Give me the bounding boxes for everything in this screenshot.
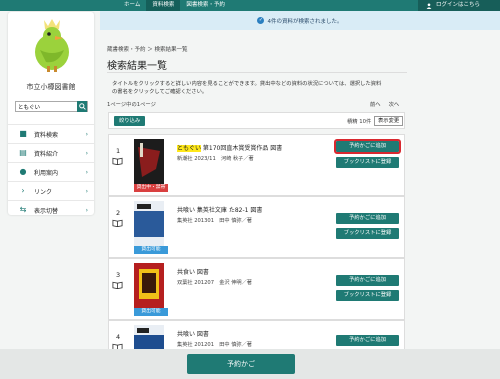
book-icon [112, 281, 123, 289]
reservation-cart-button[interactable]: 予約かご [187, 354, 295, 374]
description: タイトルをクリックすると詳しい内容を見ることができます。貸出中などの資料の状況に… [112, 80, 412, 96]
nav-home[interactable]: ホーム [118, 0, 146, 11]
book-icon [112, 219, 123, 227]
library-name: 市立小樽図書館 [26, 83, 76, 91]
bird-mascot-logo [35, 19, 69, 72]
menu-label: 資料検索 [34, 131, 59, 139]
book-open-icon: ▤ [19, 148, 27, 157]
result-meta: 集英社 201201 田中 慎弥／著 [177, 342, 252, 348]
filter-button[interactable]: 絞り込み [114, 116, 146, 126]
add-to-cart-button[interactable]: 予約かごに追加 [336, 335, 399, 346]
menu-item-guide[interactable]: ● 利用案内 › [8, 162, 94, 181]
search-icon [78, 103, 86, 110]
menu-item-link[interactable]: › リンク › [8, 181, 94, 200]
title-text: 共喰い 集英社文庫 た82-1 図書 [177, 207, 263, 214]
menu-item-search[interactable]: ■ 資料検索 › [8, 124, 94, 143]
search-input[interactable] [16, 102, 77, 111]
per-page-label: 積精 10件 [347, 119, 372, 125]
result-item: 1 貸出中・禁帯 ともぐい 第170回直木賞受賞作品 図書 新潮社 2023/1… [108, 134, 405, 196]
notice-bar: ✓ 4件の資料が検索されました。 [100, 11, 500, 30]
status-badge: 貸出可能 [134, 246, 168, 254]
user-icon [426, 2, 432, 9]
add-to-cart-button[interactable]: 予約かごに追加 [334, 139, 401, 154]
title-text: 第170回直木賞受賞作品 図書 [201, 145, 283, 152]
result-title[interactable]: 共喰い 図書 [177, 329, 209, 338]
result-number: 2 [116, 209, 121, 217]
nav-reserve[interactable]: 図書検索・予約 [180, 0, 231, 11]
status-badge: 貸出可能 [134, 308, 168, 316]
title-text: 共喰い 図書 [177, 331, 209, 338]
change-view-button[interactable]: 表示変更 [374, 116, 404, 126]
sidebar: 市立小樽図書館 ■ 資料検索 › ▤ 資料紹介 › ● 利用案内 › › リンク… [8, 12, 94, 215]
result-title[interactable]: ともぐい 第170回直木賞受賞作品 図書 [177, 143, 282, 152]
add-to-booklist-button[interactable]: ブックリストに登録 [336, 228, 399, 239]
result-meta: 新潮社 2023/11 河崎 秋子／著 [177, 156, 254, 162]
result-number: 3 [116, 271, 121, 279]
breadcrumb: 蔵書検索・予約 ＞ 検索結果一覧 [107, 47, 188, 53]
result-meta: 集英社 201301 田中 慎弥／著 [177, 218, 252, 224]
next-link[interactable]: 次へ [389, 100, 400, 108]
chevron-link-icon: › [21, 186, 25, 195]
login-label: ログインはこちら [436, 2, 481, 8]
book-cover [134, 263, 164, 310]
menu-label: 表示切替 [34, 207, 59, 215]
pager: 前へ 次へ [370, 100, 399, 108]
prev-link[interactable]: 前へ [370, 100, 381, 108]
nav-search[interactable]: 資料検索 [146, 0, 181, 11]
main-content: 蔵書検索・予約 ＞ 検索結果一覧 検索結果一覧 タイトルをクリックすると詳しい内… [100, 30, 500, 372]
book-icon [112, 157, 123, 165]
title-text: 共食い 図書 [177, 269, 209, 276]
menu-item-display[interactable]: ⇆ 表示切替 › [8, 200, 94, 219]
book-cover [134, 201, 164, 248]
chevron-right-icon: › [85, 206, 88, 214]
menu-label: リンク [34, 188, 53, 196]
menu-item-intro[interactable]: ▤ 資料紹介 › [8, 143, 94, 162]
chevron-right-icon: › [85, 130, 88, 138]
title-divider [107, 72, 407, 73]
result-item: 2 貸出可能 共喰い 集英社文庫 た82-1 図書 集英社 201301 田中 … [108, 196, 405, 258]
menu-label: 資料紹介 [34, 150, 59, 158]
add-to-booklist-button[interactable]: ブックリストに登録 [336, 290, 399, 301]
status-badge: 貸出中・禁帯 [134, 184, 168, 192]
add-to-cart-button[interactable]: 予約かごに追加 [336, 213, 399, 224]
search-button[interactable] [77, 101, 87, 112]
page-title: 検索結果一覧 [107, 61, 167, 72]
chevron-right-icon: › [85, 149, 88, 157]
add-to-cart-button[interactable]: 予約かごに追加 [336, 275, 399, 286]
book-search-icon: ■ [19, 129, 27, 138]
page-count: 1ページ中の1ページ [107, 102, 156, 108]
result-item: 3 貸出可能 共食い 図書 双葉社 201207 金沢 伸明／著 予約かごに追加… [108, 258, 405, 320]
book-cover [134, 139, 164, 186]
person-icon: ● [19, 167, 27, 176]
login-button[interactable]: ログインはこちら [418, 0, 500, 11]
result-meta: 双葉社 201207 金沢 伸明／著 [177, 280, 252, 286]
add-to-booklist-button[interactable]: ブックリストに登録 [336, 157, 399, 168]
sidebar-search [15, 101, 88, 112]
description-line: タイトルをクリックすると詳しい内容を見ることができます。貸出中などの資料の状況に… [112, 81, 382, 87]
results-toolbar: 絞り込み 積精 10件 表示変更 [108, 112, 405, 129]
chevron-right-icon: › [85, 168, 88, 176]
sidebar-menu: ■ 資料検索 › ▤ 資料紹介 › ● 利用案内 › › リンク › ⇆ 表示切… [8, 124, 94, 219]
menu-label: 利用案内 [34, 169, 59, 177]
result-number: 1 [116, 147, 121, 155]
check-icon: ✓ [257, 17, 265, 24]
highlighted-term: ともぐい [177, 145, 202, 152]
result-title[interactable]: 共喰い 集英社文庫 た82-1 図書 [177, 205, 262, 214]
notice-text: 4件の資料が検索されました。 [267, 18, 343, 25]
top-nav: ホーム 資料検索 図書検索・予約 [118, 0, 231, 11]
chevron-right-icon: › [85, 187, 88, 195]
result-number: 4 [116, 333, 121, 341]
result-title[interactable]: 共食い 図書 [177, 267, 209, 276]
description-line: の書名をクリックしてご確認ください。 [112, 89, 208, 95]
swap-icon: ⇆ [19, 205, 27, 214]
